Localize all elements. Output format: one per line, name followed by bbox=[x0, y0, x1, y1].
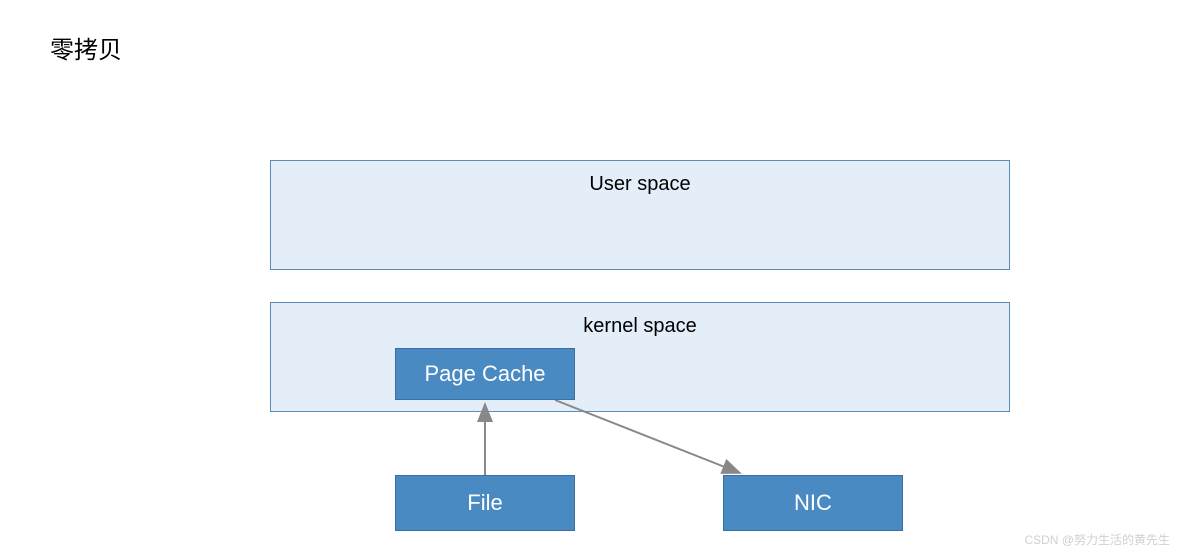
kernel-space-box: kernel space bbox=[270, 302, 1010, 412]
user-space-box: User space bbox=[270, 160, 1010, 270]
page-cache-box: Page Cache bbox=[395, 348, 575, 400]
kernel-space-label: kernel space bbox=[583, 315, 696, 337]
user-space-label: User space bbox=[589, 173, 690, 195]
watermark: CSDN @努力生活的黄先生 bbox=[1024, 531, 1170, 548]
nic-label: NIC bbox=[794, 490, 832, 516]
file-label: File bbox=[467, 490, 502, 516]
nic-box: NIC bbox=[723, 475, 903, 531]
page-cache-label: Page Cache bbox=[424, 361, 545, 387]
diagram-title: 零拷贝 bbox=[50, 30, 122, 65]
arrows-layer bbox=[0, 0, 1184, 556]
file-box: File bbox=[395, 475, 575, 531]
